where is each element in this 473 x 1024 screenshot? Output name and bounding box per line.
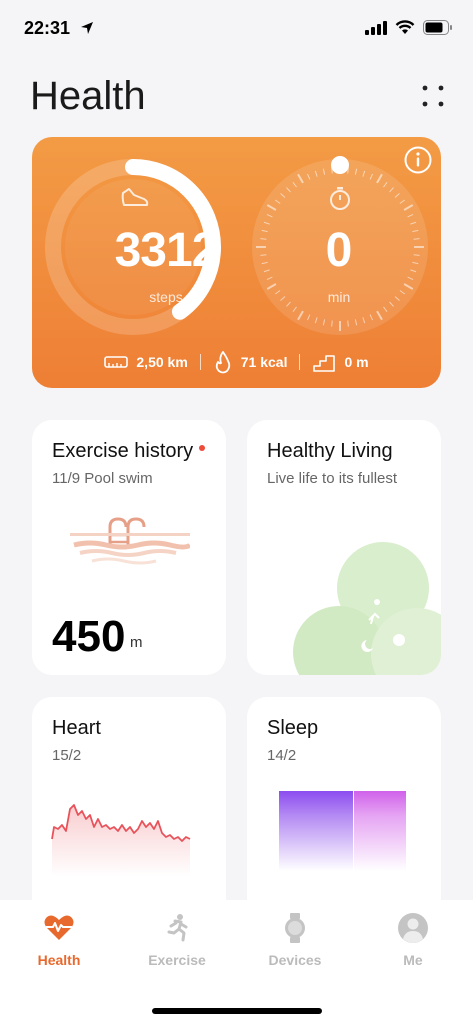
tile-subtitle: 11/9 Pool swim (52, 470, 153, 487)
info-button[interactable] (403, 145, 433, 175)
exercise-distance-value: 450 (52, 612, 126, 661)
tab-exercise[interactable]: Exercise (118, 912, 236, 968)
tab-label: Me (403, 952, 423, 968)
status-indicators (365, 20, 453, 35)
tile-title: Healthy Living (267, 440, 393, 462)
tile-title: Sleep (267, 717, 319, 739)
tile-subtitle: 15/2 (52, 747, 82, 764)
activity-stats-row: 2,50 km 71 kcal 0 m (32, 347, 441, 377)
tab-me[interactable]: Me (354, 912, 472, 968)
steps-value: 3312 (114, 224, 219, 277)
shoe-icon (121, 188, 149, 206)
location-arrow-icon (81, 22, 93, 34)
exercise-distance-unit: m (130, 634, 143, 651)
active-minutes-unit: min (327, 289, 351, 305)
tab-label: Health (37, 952, 81, 968)
bottom-tab-bar: Health Exercise Devices Me (0, 900, 473, 1024)
active-minutes-value: 0 (325, 224, 353, 277)
activity-summary-card[interactable]: 3312 steps 0 min 2,50 km 71 kcal 0 m (32, 137, 441, 388)
tab-label: Exercise (148, 952, 206, 968)
dial-tick (331, 320, 333, 327)
heart-tile[interactable]: Heart 15/2 (32, 697, 226, 927)
flame-icon (215, 351, 230, 374)
calories-stat: 71 kcal (213, 350, 288, 374)
tile-subtitle: 14/2 (267, 747, 297, 764)
signal-icon (365, 20, 387, 35)
tile-subtitle: Live life to its fullest (267, 470, 398, 487)
status-time: 22:31 (24, 18, 71, 38)
dial-tick (347, 320, 349, 327)
battery-icon (423, 20, 452, 35)
tile-title: Exercise history (52, 440, 206, 463)
healthy-living-clover-icon (293, 542, 441, 675)
calories-value: 71 kcal (240, 354, 288, 370)
tab-label: Devices (268, 952, 322, 968)
tab-health[interactable]: Health (0, 912, 118, 968)
sleep-tile[interactable]: Sleep 14/2 (247, 697, 441, 927)
ruler-icon (104, 356, 129, 368)
distance-value: 2,50 km (136, 354, 188, 370)
tab-devices[interactable]: Devices (236, 912, 354, 968)
distance-stat: 2,50 km (104, 354, 188, 370)
floors-stat: 0 m (312, 351, 369, 373)
steps-unit: steps (149, 289, 183, 305)
avatar-icon (398, 913, 428, 943)
page-title: Health (30, 74, 146, 118)
watch-icon (285, 913, 305, 943)
heart-rate-sparkline (51, 804, 191, 877)
sleep-stages-chart (279, 791, 406, 871)
pool-icon (70, 517, 190, 565)
tile-title: Heart (52, 717, 101, 739)
heart-pulse-icon (44, 915, 74, 940)
stairs-icon (313, 355, 336, 372)
floors-value: 0 m (344, 354, 369, 370)
more-menu-button[interactable] (421, 84, 445, 108)
status-bar: 22:31 (0, 0, 473, 58)
running-icon (167, 914, 188, 942)
notification-dot (199, 444, 206, 451)
healthy-living-tile[interactable]: Healthy Living Live life to its fullest (247, 420, 441, 675)
exercise-history-tile[interactable]: Exercise history 11/9 Pool swim 450 m (32, 420, 226, 675)
wifi-icon (395, 20, 415, 34)
stopwatch-icon (330, 187, 350, 210)
divider (199, 354, 201, 370)
divider (299, 354, 301, 370)
home-indicator (152, 1008, 322, 1014)
